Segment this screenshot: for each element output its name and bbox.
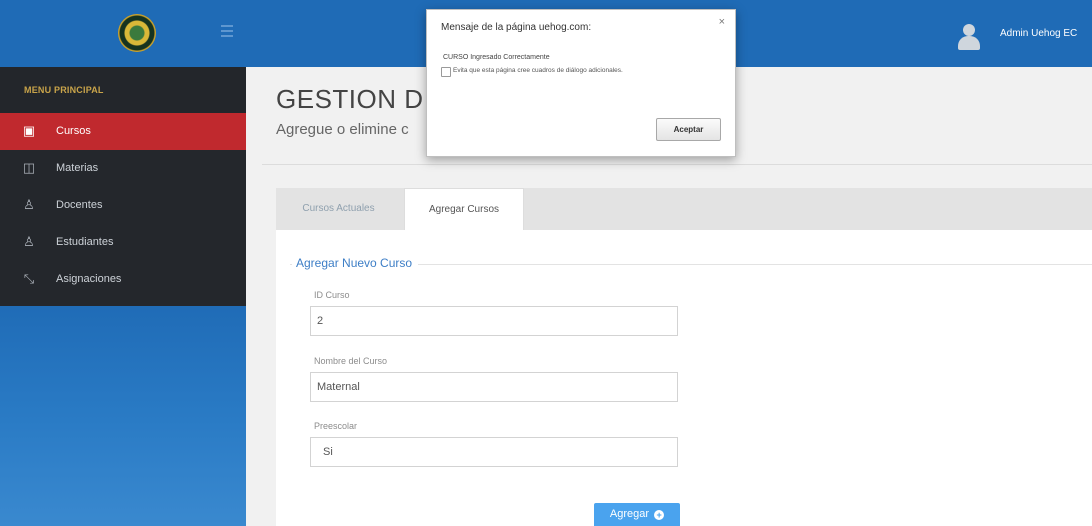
page-title: GESTION D (276, 84, 424, 114)
sidebar-item-label: Asignaciones (56, 273, 122, 285)
user-avatar-icon[interactable] (958, 24, 980, 54)
menu-title: MENU PRINCIPAL (24, 85, 104, 95)
page-subtitle: Agregue o elimine c (276, 121, 409, 138)
preescolar-label: Preescolar (314, 421, 358, 431)
brand-area (0, 0, 246, 67)
menu-toggle-icon[interactable] (221, 25, 233, 39)
sidebar-item-label: Cursos (56, 125, 91, 137)
id-curso-input[interactable]: 2 (310, 306, 678, 336)
dialog-message: CURSO Ingresado Correctamente (443, 54, 550, 61)
sidebar-item-label: Docentes (56, 199, 103, 211)
user-icon: ♙ (23, 197, 35, 212)
form-legend: Agregar Nuevo Curso (292, 256, 419, 270)
open-book-icon: ◫ (22, 160, 36, 175)
book-icon: ▣ (22, 123, 36, 138)
sidebar-menu: ▣ Cursos ◫ Materias ♙ Docentes ♙ Estudia… (0, 113, 246, 306)
tab-agregar-cursos[interactable]: Agregar Cursos (404, 188, 524, 230)
id-curso-label: ID Curso (314, 290, 350, 300)
preescolar-input[interactable]: Si (310, 437, 678, 467)
sidebar-item-estudiantes[interactable]: ♙ Estudiantes (0, 224, 246, 261)
sidebar-item-asignaciones[interactable]: ⤡ Asignaciones (0, 261, 246, 298)
tab-bar: Cursos Actuales Agregar Cursos (276, 188, 1092, 230)
close-icon[interactable]: × (719, 16, 725, 28)
sidebar-item-docentes[interactable]: ♙ Docentes (0, 187, 246, 224)
accept-button[interactable]: Aceptar (656, 118, 721, 141)
link-icon: ⤡ (23, 271, 35, 286)
sidebar-item-label: Estudiantes (56, 236, 114, 248)
suppress-dialogs-checkbox[interactable] (441, 67, 451, 77)
add-button-label: Agregar (609, 508, 650, 520)
suppress-dialogs-label[interactable]: Evita que esta página cree cuadros de di… (453, 67, 623, 74)
nombre-curso-label: Nombre del Curso (314, 356, 388, 366)
sidebar: MENU PRINCIPAL ▣ Cursos ◫ Materias ♙ Doc… (0, 0, 246, 526)
menu-header: MENU PRINCIPAL (0, 67, 246, 113)
plus-icon: + (654, 510, 665, 520)
tab-cursos-actuales[interactable]: Cursos Actuales (276, 188, 401, 230)
sidebar-item-label: Materias (56, 162, 99, 174)
user-name[interactable]: Admin Uehog EC (1000, 28, 1077, 39)
dialog-title: Mensaje de la página uehog.com: (441, 22, 592, 33)
logo-icon[interactable] (118, 14, 156, 52)
add-course-button[interactable]: Agregar + (594, 503, 680, 526)
sidebar-item-cursos[interactable]: ▣ Cursos (0, 113, 246, 150)
sidebar-item-materias[interactable]: ◫ Materias (0, 150, 246, 187)
alert-dialog: Mensaje de la página uehog.com: × CURSO … (426, 9, 736, 157)
divider (262, 164, 1092, 165)
user-icon: ♙ (23, 234, 35, 249)
nombre-curso-input[interactable]: Maternal (310, 372, 678, 402)
